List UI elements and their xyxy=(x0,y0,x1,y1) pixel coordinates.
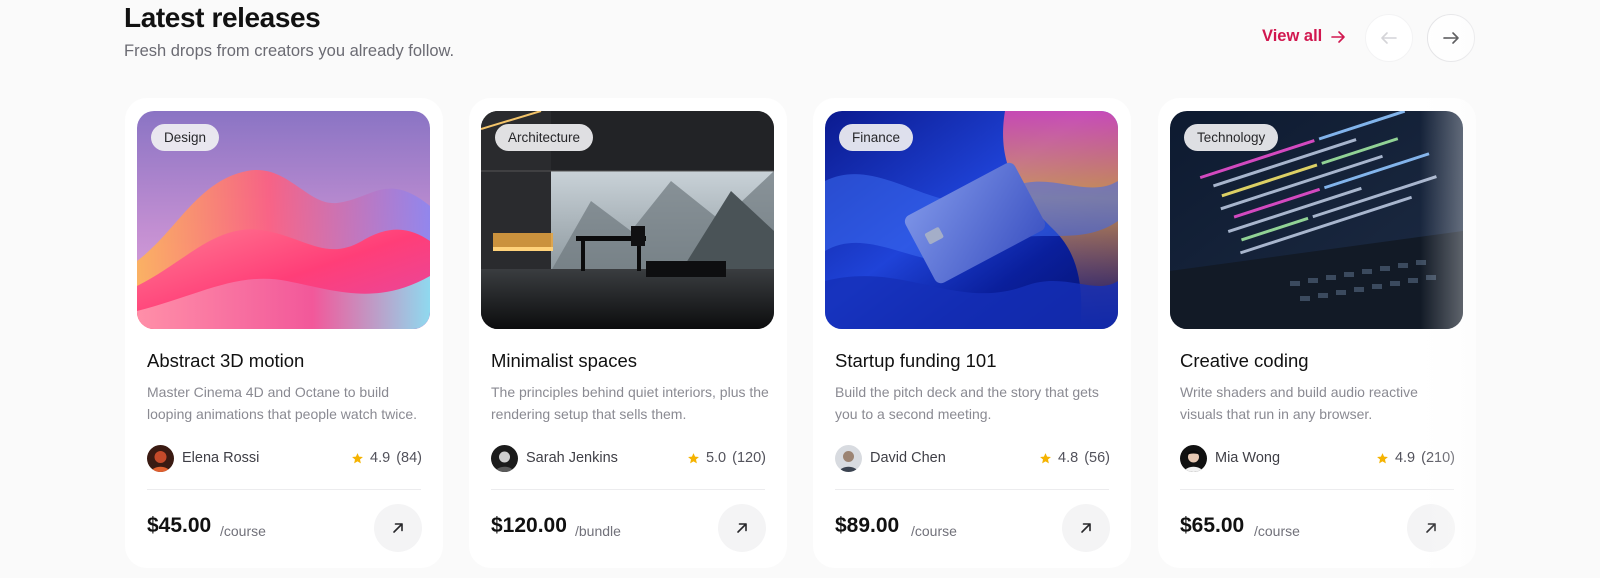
card-title[interactable]: Abstract 3D motion xyxy=(147,350,304,372)
review-count: (120) xyxy=(732,450,766,466)
arrow-right-icon xyxy=(1443,32,1459,44)
author-name[interactable]: Mia Wong xyxy=(1215,450,1280,466)
star-icon xyxy=(1377,452,1388,463)
rating-value: 5.0 xyxy=(705,450,727,466)
course-card[interactable]: Finance Startup funding 101 Build the pi… xyxy=(813,98,1131,568)
abstract-3d-waves-image: Design xyxy=(137,111,430,329)
avatar xyxy=(835,445,862,472)
rating-value: 4.9 xyxy=(1394,450,1416,466)
rating: 4.8 (56) xyxy=(1039,450,1110,466)
category-tag[interactable]: Technology xyxy=(1184,124,1279,151)
price: $45.00 xyxy=(147,514,212,537)
category-tag[interactable]: Architecture xyxy=(495,124,594,151)
arrow-up-right-icon xyxy=(393,523,403,533)
star-icon xyxy=(688,452,699,463)
price: $65.00 xyxy=(1180,514,1245,537)
rating-value: 4.9 xyxy=(370,450,391,466)
course-card[interactable]: Technology Creative coding Write shaders… xyxy=(1158,98,1476,568)
arrow-up-right-icon xyxy=(737,523,747,533)
divider xyxy=(491,489,765,490)
arrow-right-icon xyxy=(1331,30,1346,43)
credit-card-image: Finance xyxy=(825,111,1118,329)
price-unit: /course xyxy=(220,523,266,539)
card-title[interactable]: Creative coding xyxy=(1180,350,1309,372)
card-description: Master Cinema 4D and Octane to build loo… xyxy=(147,384,418,422)
section-title: Latest releases xyxy=(124,2,321,33)
author-name[interactable]: David Chen xyxy=(870,450,946,466)
rating-value: 4.8 xyxy=(1058,450,1079,466)
rating: 4.9 (210) xyxy=(1376,450,1455,466)
divider xyxy=(1180,489,1454,490)
open-course-button[interactable] xyxy=(718,504,766,552)
open-course-button[interactable] xyxy=(1062,504,1110,552)
arrow-up-right-icon xyxy=(1081,523,1091,533)
open-course-button[interactable] xyxy=(374,504,422,552)
price-unit: /bundle xyxy=(575,523,621,539)
rating: 4.9 (84) xyxy=(351,450,422,466)
card-title[interactable]: Startup funding 101 xyxy=(835,350,997,372)
view-all-label: View all xyxy=(1262,27,1323,45)
carousel-prev-button[interactable] xyxy=(1365,14,1413,62)
avatar xyxy=(1180,445,1207,472)
view-all-link[interactable]: View all xyxy=(1262,27,1346,46)
author-name[interactable]: Elena Rossi xyxy=(182,450,259,466)
card-description: The principles behind quiet interiors, p… xyxy=(491,384,769,422)
arrow-left-icon xyxy=(1381,32,1397,44)
card-title[interactable]: Minimalist spaces xyxy=(491,350,637,372)
course-card[interactable]: Architecture Minimalist spaces The princ… xyxy=(469,98,787,568)
price-unit: /course xyxy=(1254,523,1300,539)
divider xyxy=(835,489,1109,490)
card-description: Build the pitch deck and the story that … xyxy=(835,384,1099,422)
review-count: (84) xyxy=(396,450,422,466)
star-icon xyxy=(352,452,363,463)
section-subtitle: Fresh drops from creators you already fo… xyxy=(124,42,455,60)
avatar xyxy=(491,445,518,472)
carousel-next-button[interactable] xyxy=(1427,14,1475,62)
divider xyxy=(147,489,421,490)
author-name[interactable]: Sarah Jenkins xyxy=(526,450,618,466)
card-description: Write shaders and build audio reactive v… xyxy=(1180,384,1418,422)
code-laptop-image: Technology xyxy=(1170,111,1463,329)
price-unit: /course xyxy=(911,523,957,539)
avatar xyxy=(147,445,174,472)
price: $120.00 xyxy=(491,514,567,537)
star-icon xyxy=(1040,452,1051,463)
course-card[interactable]: Design Abstract 3D motion Master Cinema … xyxy=(125,98,443,568)
category-tag[interactable]: Finance xyxy=(839,124,914,151)
review-count: (56) xyxy=(1084,450,1110,466)
arrow-up-right-icon xyxy=(1426,523,1436,533)
minimalist-interior-image: Architecture xyxy=(481,111,774,329)
category-tag[interactable]: Design xyxy=(151,124,220,151)
price: $89.00 xyxy=(835,514,900,537)
open-course-button[interactable] xyxy=(1407,504,1455,552)
review-count: (210) xyxy=(1421,450,1455,466)
rating: 5.0 (120) xyxy=(687,450,766,466)
